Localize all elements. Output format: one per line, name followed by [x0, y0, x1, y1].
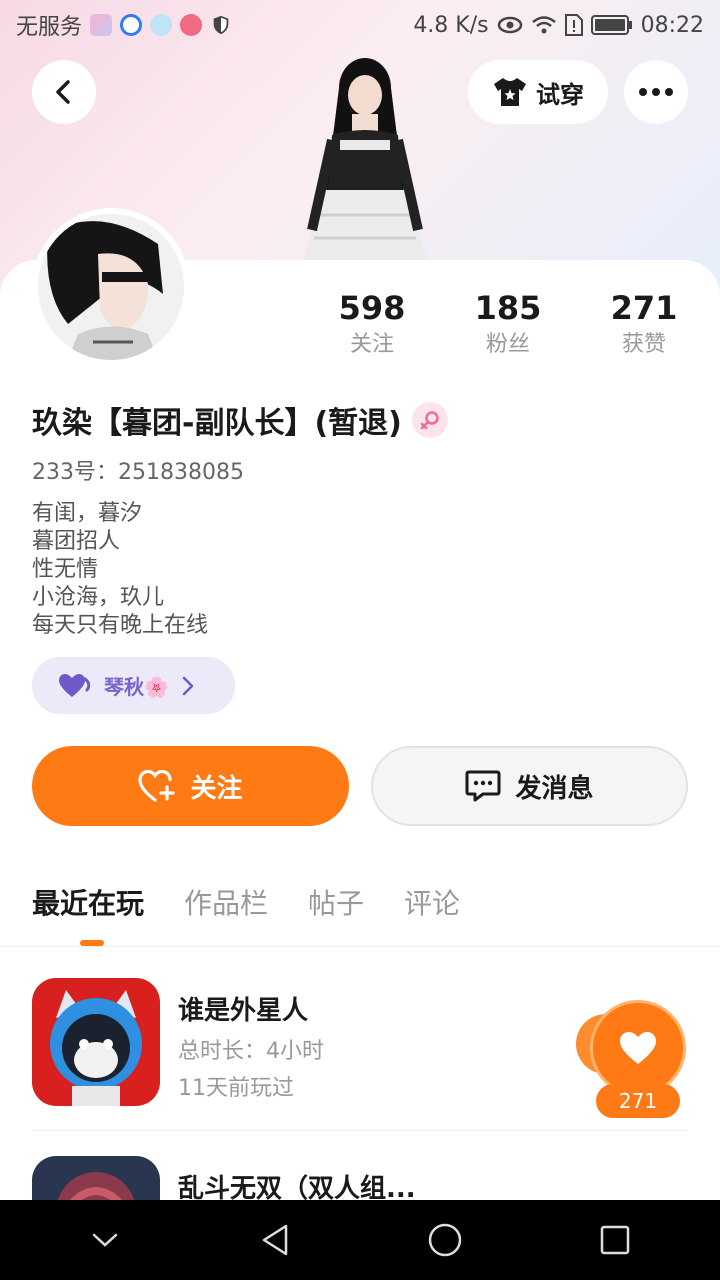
heart-plus-icon: [138, 769, 176, 802]
avatar[interactable]: [32, 208, 190, 366]
clock-text: 08:22: [640, 12, 704, 38]
gallery-notification-icon: [90, 14, 113, 36]
game-title: 谁是外星人: [178, 996, 309, 1026]
like-button-circle: [590, 1000, 686, 1096]
try-on-button[interactable]: 试穿: [468, 60, 608, 124]
stat-likes-value: 271: [610, 289, 678, 327]
list-item[interactable]: 乱斗无双（双人组...: [32, 1156, 688, 1200]
wifi-icon: [531, 16, 556, 34]
stat-followers-value: 185: [474, 289, 542, 327]
user-name: 玖染【暮团-副队长】(暂退): [32, 406, 402, 441]
tab-recently-played[interactable]: 最近在玩: [32, 880, 144, 928]
status-bar: 无服务 4.8 K/s 08:22: [0, 0, 720, 50]
cloud-notification-icon: [150, 14, 173, 36]
stat-following[interactable]: 598 关注: [307, 288, 437, 362]
more-dots-icon: [639, 88, 673, 96]
list-divider: [32, 1130, 688, 1131]
circle-home-icon: [428, 1223, 462, 1257]
triangle-back-icon: [262, 1224, 288, 1256]
like-button[interactable]: 271: [576, 1000, 688, 1118]
nav-recents-button[interactable]: [575, 1200, 655, 1280]
chat-bubble-icon: [465, 770, 501, 802]
stat-likes[interactable]: 271 获赞: [579, 288, 709, 362]
heart-icon: [620, 1032, 656, 1064]
nav-collapse-button[interactable]: [65, 1200, 145, 1280]
tshirt-icon: [494, 78, 526, 106]
carrier-text: 无服务: [16, 15, 83, 40]
avatar-character-image: [302, 58, 428, 262]
game-duration: 总时长：4小时: [178, 1039, 324, 1064]
stat-followers-label: 粉丝: [485, 332, 530, 357]
nav-home-button[interactable]: [405, 1200, 485, 1280]
avatar-image: [38, 214, 184, 360]
system-navigation-bar: [0, 1200, 720, 1280]
nav-back-button[interactable]: [235, 1200, 315, 1280]
chevron-down-icon: [92, 1233, 118, 1247]
bio-line: 暮团招人: [32, 529, 121, 554]
bio: 有闺，暮汐 暮团招人 性无情 小沧海，玖儿 每天只有晚上在线: [32, 500, 208, 640]
network-speed-text: 4.8 K/s: [413, 12, 489, 38]
battery-icon: [590, 15, 632, 35]
game-last-played: 11天前玩过: [178, 1076, 294, 1101]
app-notification-icon: [180, 14, 203, 36]
back-button[interactable]: [32, 60, 96, 124]
stat-following-label: 关注: [349, 332, 394, 357]
follow-button[interactable]: 关注: [32, 746, 349, 826]
try-on-label: 试穿: [536, 80, 584, 109]
heart-pair-icon: [59, 673, 91, 697]
send-message-label: 发消息: [515, 773, 594, 804]
bio-line: 每天只有晚上在线: [32, 613, 209, 638]
relationship-tag-chip[interactable]: 琴秋🌸: [32, 657, 235, 714]
bio-line: 有闺，暮汐: [32, 501, 143, 526]
status-right: 4.8 K/s 08:22: [413, 13, 704, 38]
tab-comments[interactable]: 评论: [404, 880, 460, 928]
tab-works[interactable]: 作品栏: [184, 880, 268, 928]
user-id: 233号：251838085: [32, 460, 244, 485]
game-icon-image: [32, 1156, 160, 1200]
game-title: 乱斗无双（双人组...: [178, 1174, 416, 1200]
eye-icon: [497, 16, 522, 34]
stat-followers[interactable]: 185 粉丝: [443, 288, 573, 362]
tabs-divider: [0, 946, 720, 947]
stat-likes-label: 获赞: [621, 332, 666, 357]
back-arrow-icon: [56, 80, 70, 104]
profile-tabs: 最近在玩 作品栏 帖子 评论: [32, 880, 460, 928]
follow-label: 关注: [190, 773, 243, 804]
tab-posts[interactable]: 帖子: [308, 880, 364, 928]
square-recents-icon: [600, 1225, 630, 1255]
send-message-button[interactable]: 发消息: [371, 746, 688, 826]
game-icon-image: [32, 978, 160, 1106]
like-count: 271: [596, 1084, 680, 1118]
bio-line: 性无情: [32, 557, 99, 582]
sim-alert-icon: [564, 14, 583, 36]
browser-notification-icon: [120, 14, 143, 36]
more-options-button[interactable]: [624, 60, 688, 124]
chevron-right-icon: [182, 676, 194, 695]
user-name-row: 玖染【暮团-副队长】(暂退): [32, 398, 448, 442]
relationship-tag-label: 琴秋🌸: [104, 675, 169, 699]
status-left: 无服务: [16, 9, 232, 41]
female-gender-icon: [411, 402, 448, 438]
stat-following-value: 598: [338, 289, 406, 327]
shield-icon: [213, 15, 229, 35]
bio-line: 小沧海，玖儿: [32, 585, 165, 610]
